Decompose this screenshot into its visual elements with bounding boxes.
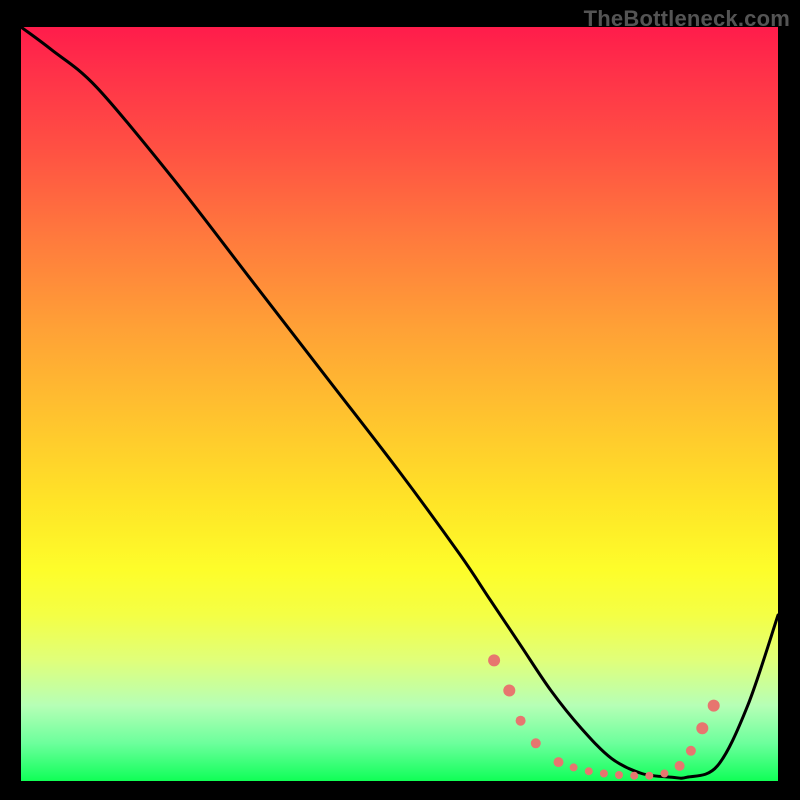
curve-marker-dot bbox=[645, 772, 653, 780]
curve-marker-dot bbox=[488, 654, 500, 666]
plot-area bbox=[21, 27, 778, 781]
curve-marker-dot bbox=[660, 770, 668, 778]
curve-marker-dot bbox=[675, 761, 685, 771]
curve-marker-dot bbox=[585, 767, 593, 775]
curve-marker-dot bbox=[686, 746, 696, 756]
curve-marker-dot bbox=[708, 700, 720, 712]
curve-marker-dot bbox=[516, 716, 526, 726]
curve-layer bbox=[21, 27, 778, 781]
curve-marker-dot bbox=[615, 771, 623, 779]
chart-frame: TheBottleneck.com bbox=[0, 0, 800, 800]
curve-marker-dot bbox=[570, 763, 578, 771]
curve-marker-dot bbox=[696, 722, 708, 734]
curve-marker-dot bbox=[554, 757, 564, 767]
curve-marker-dot bbox=[503, 685, 515, 697]
curve-marker-dot bbox=[630, 772, 638, 780]
curve-markers bbox=[488, 654, 720, 779]
curve-marker-dot bbox=[600, 770, 608, 778]
curve-marker-dot bbox=[531, 738, 541, 748]
bottleneck-curve-path bbox=[21, 27, 778, 778]
watermark-text: TheBottleneck.com bbox=[584, 6, 790, 32]
